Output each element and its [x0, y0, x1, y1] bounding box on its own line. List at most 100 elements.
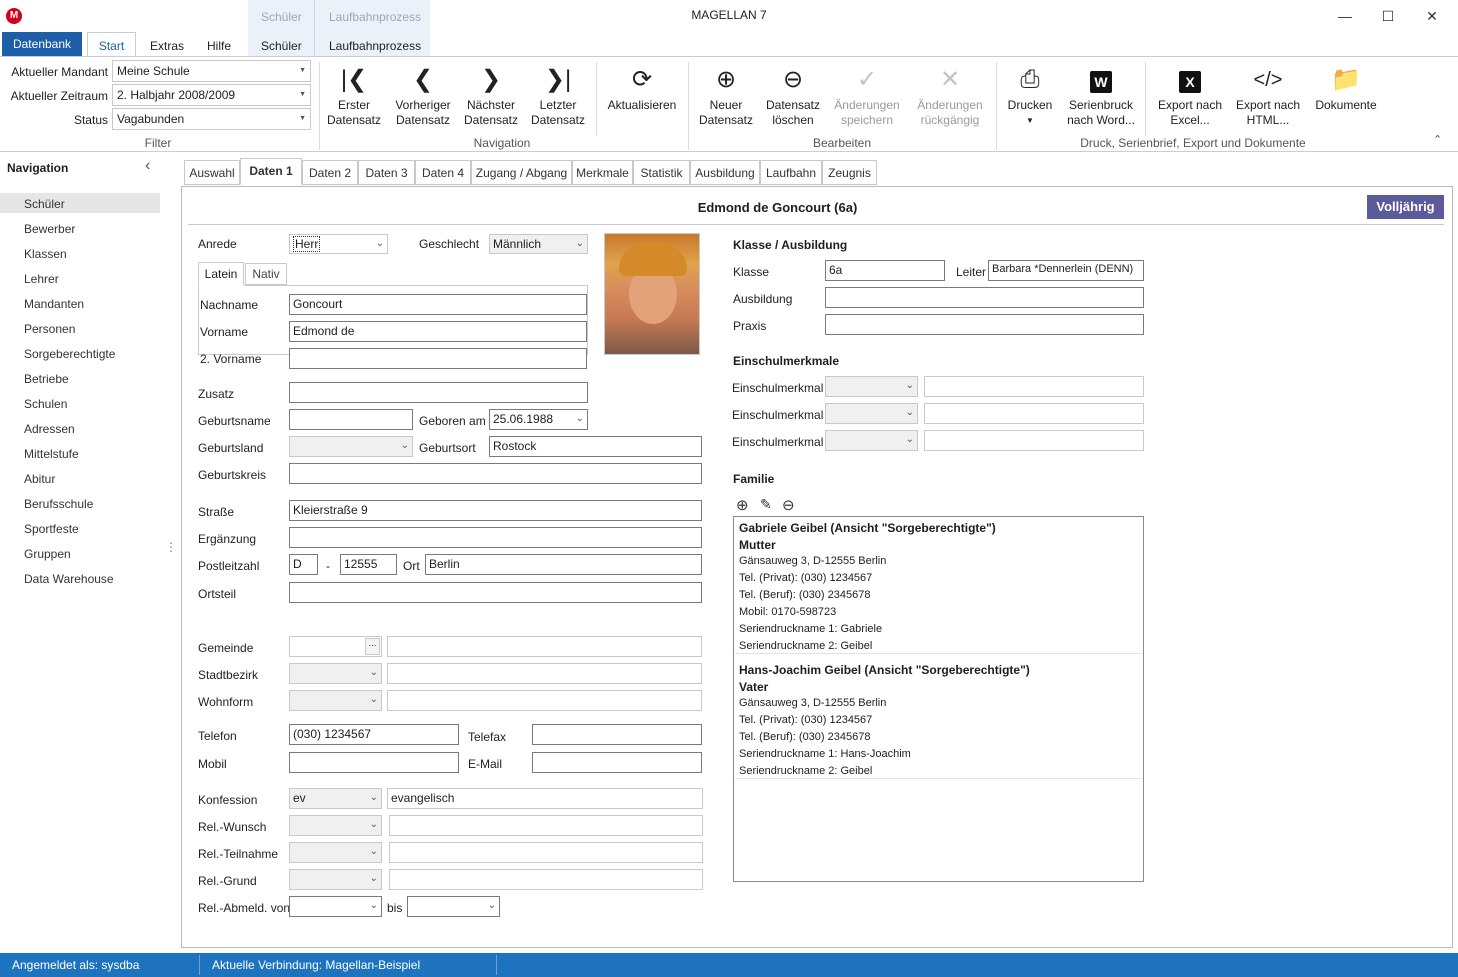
sidebar-item-personen[interactable]: Personen [24, 322, 75, 336]
next-record-button[interactable]: ❯ Nächster Datensatz [461, 62, 521, 128]
first-record-button[interactable]: |❮ Erster Datensatz [324, 62, 384, 128]
tab-zugang-abgang[interactable]: Zugang / Abgang [471, 160, 572, 185]
maximize-icon[interactable]: ☐ [1368, 5, 1408, 27]
collapse-sidebar-icon[interactable]: ‹ [145, 157, 150, 175]
undo-changes-button[interactable]: ✕ Änderungen rückgängig [912, 62, 988, 128]
tab-datenbank[interactable]: Datenbank [2, 32, 82, 56]
sidebar-item-sportfeste[interactable]: Sportfeste [24, 522, 79, 536]
sidebar-item-gruppen[interactable]: Gruppen [24, 547, 71, 561]
mandant-select[interactable]: Meine Schule ▼ [112, 60, 311, 82]
sidebar-item-bewerber[interactable]: Bewerber [24, 222, 75, 236]
family-member-name[interactable]: Hans-Joachim Geibel (Ansicht "Sorgeberec… [739, 663, 1030, 677]
new-record-button[interactable]: ⊕ Neuer Datensatz [694, 62, 758, 128]
tab-start[interactable]: Start [87, 32, 136, 57]
last-record-button[interactable]: ❯| Letzter Datensatz [528, 62, 588, 128]
delete-record-button[interactable]: ⊖ Datensatz löschen [760, 62, 826, 128]
more-vertical-icon[interactable]: ⋮ [165, 541, 177, 553]
tab-merkmale[interactable]: Merkmale [572, 160, 633, 185]
stadtbezirk-select[interactable]: ⌄ [289, 663, 382, 684]
telefax-input[interactable] [532, 724, 702, 745]
ergaenzung-input[interactable] [289, 527, 702, 548]
sidebar-item-sch-ler[interactable]: Schüler [24, 197, 65, 211]
mobil-input[interactable] [289, 752, 459, 773]
sidebar-item-sorgeberechtigte[interactable]: Sorgeberechtigte [24, 347, 115, 361]
geschlecht-select[interactable]: Männlich ⌄ [489, 234, 588, 254]
zusatz-input[interactable] [289, 382, 588, 403]
sidebar-item-berufsschule[interactable]: Berufsschule [24, 497, 93, 511]
relwunsch-select[interactable]: ⌄ [289, 815, 382, 836]
minimize-icon[interactable]: — [1325, 5, 1365, 27]
geburtskreis-input[interactable] [289, 463, 702, 484]
sidebar-item-betriebe[interactable]: Betriebe [24, 372, 69, 386]
relabmeld-von-date[interactable]: ⌄ [289, 896, 382, 917]
tab-daten-4[interactable]: Daten 4 [415, 160, 471, 185]
relgrund-select[interactable]: ⌄ [289, 869, 382, 890]
tab-schueler[interactable]: Schüler [261, 39, 302, 53]
subtab-nativ[interactable]: Nativ [245, 263, 287, 285]
refresh-button[interactable]: ⟳ Aktualisieren [603, 62, 681, 113]
vorname-input[interactable]: Edmond de [289, 321, 587, 342]
sidebar-item-abitur[interactable]: Abitur [24, 472, 55, 486]
relteil-select[interactable]: ⌄ [289, 842, 382, 863]
sidebar-item-klassen[interactable]: Klassen [24, 247, 67, 261]
tab-daten-2[interactable]: Daten 2 [302, 160, 358, 185]
ort-input[interactable]: Berlin [425, 554, 702, 575]
print-button[interactable]: ⎙ Drucken ▼ [1003, 62, 1057, 128]
ellipsis-icon[interactable]: ⋯ [365, 638, 380, 655]
praxis-input[interactable] [825, 314, 1144, 335]
export-html-button[interactable]: </> Export nach HTML... [1230, 62, 1306, 128]
strasse-input[interactable]: Kleierstraße 9 [289, 500, 702, 521]
geburtsland-select[interactable]: ⌄ [289, 436, 413, 457]
edit-family-icon[interactable]: ✎ [760, 496, 772, 513]
student-photo[interactable] [604, 233, 700, 355]
tab-daten-3[interactable]: Daten 3 [358, 160, 415, 185]
close-icon[interactable]: ✕ [1412, 5, 1452, 27]
tab-auswahl[interactable]: Auswahl [184, 160, 240, 185]
konfession-select[interactable]: ev ⌄ [289, 788, 382, 809]
geboren-date[interactable]: 25.06.1988 ⌄ [489, 409, 588, 430]
wohnform-select[interactable]: ⌄ [289, 690, 382, 711]
klasse-input[interactable]: 6a [825, 260, 945, 281]
relabmeld-bis-date[interactable]: ⌄ [407, 896, 500, 917]
sidebar-item-mittelstufe[interactable]: Mittelstufe [24, 447, 79, 461]
sidebar-item-mandanten[interactable]: Mandanten [24, 297, 84, 311]
export-excel-button[interactable]: X Export nach Excel... [1152, 62, 1228, 128]
einschulmerkmal3-select[interactable]: ⌄ [825, 430, 918, 451]
nachname-input[interactable]: Goncourt [289, 294, 587, 315]
anrede-select[interactable]: Herr ⌄ [289, 234, 388, 254]
email-input[interactable] [532, 752, 702, 773]
leiter-input[interactable]: Barbara *Dennerlein (DENN) [988, 260, 1144, 281]
tab-zeugnis[interactable]: Zeugnis [822, 160, 877, 185]
sidebar-item-lehrer[interactable]: Lehrer [24, 272, 59, 286]
add-family-icon[interactable]: ⊕ [736, 496, 749, 514]
save-changes-button[interactable]: ✓ Änderungen speichern [830, 62, 904, 128]
tab-daten-1[interactable]: Daten 1 [240, 158, 302, 185]
sidebar-item-data-warehouse[interactable]: Data Warehouse [24, 572, 114, 586]
tab-statistik[interactable]: Statistik [633, 160, 690, 185]
tab-ausbildung[interactable]: Ausbildung [690, 160, 760, 185]
ortsteil-input[interactable] [289, 582, 702, 603]
geburtsname-input[interactable] [289, 409, 413, 430]
einschulmerkmal2-select[interactable]: ⌄ [825, 403, 918, 424]
ausbildung-input[interactable] [825, 287, 1144, 308]
telefon-input[interactable]: (030) 1234567 [289, 724, 459, 745]
vorname2-input[interactable] [289, 348, 587, 369]
prev-record-button[interactable]: ❮ Vorheriger Datensatz [392, 62, 454, 128]
tab-extras[interactable]: Extras [150, 39, 184, 53]
sidebar-item-adressen[interactable]: Adressen [24, 422, 75, 436]
collapse-ribbon-icon[interactable]: ⌃ [1433, 133, 1442, 146]
gemeinde-input[interactable]: ⋯ [289, 636, 382, 657]
remove-family-icon[interactable]: ⊖ [782, 496, 795, 514]
land-input[interactable]: D [289, 554, 318, 575]
plz-input[interactable]: 12555 [340, 554, 397, 575]
status-select[interactable]: Vagabunden ▼ [112, 108, 311, 130]
serienbrief-word-button[interactable]: W Serienbruck nach Word... [1063, 62, 1139, 128]
documents-button[interactable]: 📁 Dokumente [1310, 62, 1382, 113]
sidebar-item-schulen[interactable]: Schulen [24, 397, 67, 411]
subtab-latein[interactable]: Latein [198, 262, 244, 286]
zeitraum-select[interactable]: 2. Halbjahr 2008/2009 ▼ [112, 84, 311, 106]
geburtsort-input[interactable]: Rostock [489, 436, 702, 457]
einschulmerkmal1-select[interactable]: ⌄ [825, 376, 918, 397]
tab-laufbahnprozess[interactable]: Laufbahnprozess [329, 39, 421, 53]
tab-hilfe[interactable]: Hilfe [207, 39, 231, 53]
